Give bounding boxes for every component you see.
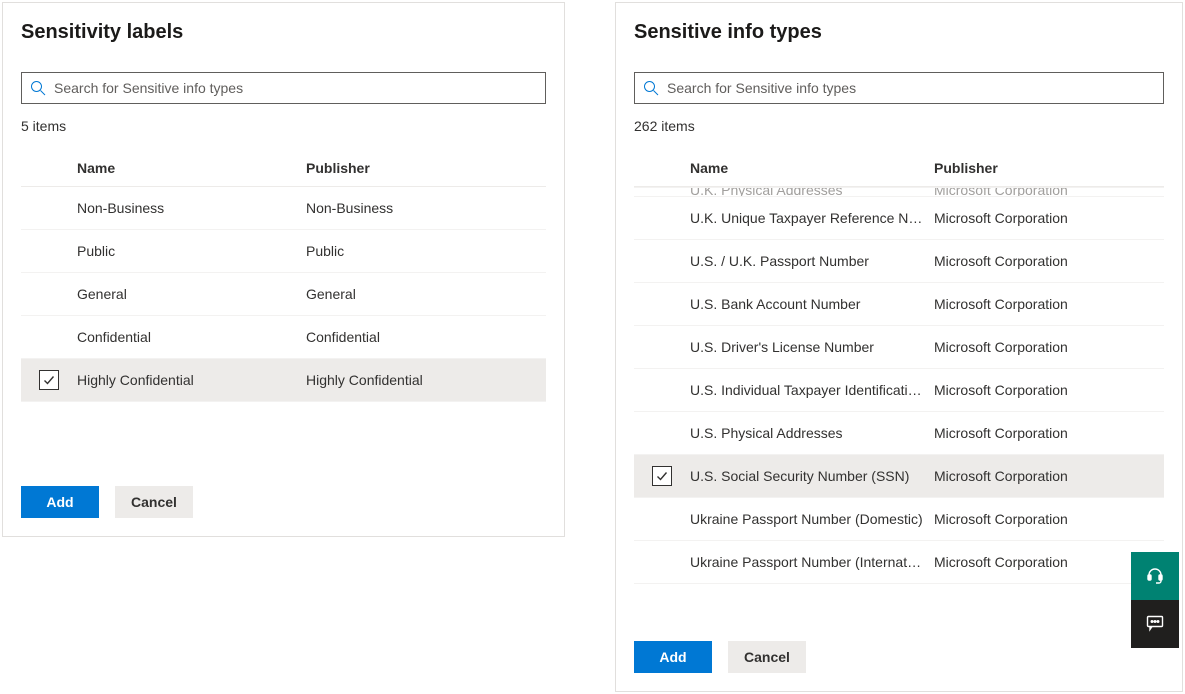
column-header-publisher[interactable]: Publisher — [934, 160, 1164, 176]
floating-actions — [1131, 552, 1179, 648]
row-name: U.S. / U.K. Passport Number — [690, 253, 934, 269]
column-header-publisher[interactable]: Publisher — [306, 160, 546, 176]
row-publisher: Microsoft Corporation — [934, 468, 1164, 484]
search-icon — [30, 80, 46, 96]
row-publisher: Public — [306, 243, 546, 259]
row-name: U.K. Physical Addresses — [690, 187, 934, 197]
search-icon — [643, 80, 659, 96]
feedback-icon — [1145, 613, 1165, 636]
row-publisher: General — [306, 286, 546, 302]
row-publisher: Highly Confidential — [306, 372, 546, 388]
row-publisher: Microsoft Corporation — [934, 554, 1164, 570]
table-row[interactable]: U.K. Physical AddressesMicrosoft Corpora… — [634, 187, 1164, 197]
table-row[interactable]: Highly ConfidentialHighly Confidential — [21, 359, 546, 402]
table-row[interactable]: GeneralGeneral — [21, 273, 546, 316]
button-bar: Add Cancel — [3, 468, 564, 536]
row-name: Public — [77, 243, 306, 259]
search-container — [616, 44, 1182, 104]
labels-table: Name Publisher Non-BusinessNon-BusinessP… — [3, 134, 564, 468]
row-name: Confidential — [77, 329, 306, 345]
table-row[interactable]: PublicPublic — [21, 230, 546, 273]
button-bar: Add Cancel — [616, 623, 1182, 691]
row-name: U.S. Driver's License Number — [690, 339, 934, 355]
row-name: Ukraine Passport Number (International) — [690, 554, 934, 570]
row-publisher: Confidential — [306, 329, 546, 345]
table-row[interactable]: U.K. Unique Taxpayer Reference NumberMic… — [634, 197, 1164, 240]
search-box[interactable] — [634, 72, 1164, 104]
table-row[interactable]: Ukraine Passport Number (International)M… — [634, 541, 1164, 584]
column-header-name[interactable]: Name — [690, 160, 934, 176]
search-input[interactable] — [667, 80, 1155, 96]
row-name: U.S. Physical Addresses — [690, 425, 934, 441]
search-box[interactable] — [21, 72, 546, 104]
sensitivity-labels-panel: Sensitivity labels 5 items Name Publishe… — [2, 2, 565, 537]
row-publisher: Microsoft Corporation — [934, 382, 1164, 398]
row-publisher: Microsoft Corporation — [934, 210, 1164, 226]
row-name: U.K. Unique Taxpayer Reference Number — [690, 210, 934, 226]
row-publisher: Microsoft Corporation — [934, 511, 1164, 527]
row-publisher: Non-Business — [306, 200, 546, 216]
row-name: Non-Business — [77, 200, 306, 216]
table-body[interactable]: U.K. Physical AddressesMicrosoft Corpora… — [634, 187, 1164, 623]
row-publisher: Microsoft Corporation — [934, 253, 1164, 269]
column-header-name[interactable]: Name — [77, 160, 306, 176]
checkbox[interactable] — [652, 466, 672, 486]
row-name: Ukraine Passport Number (Domestic) — [690, 511, 934, 527]
table-row[interactable]: U.S. Physical AddressesMicrosoft Corpora… — [634, 412, 1164, 455]
row-name: U.S. Social Security Number (SSN) — [690, 468, 934, 484]
item-count: 5 items — [3, 104, 564, 134]
row-name: U.S. Individual Taxpayer Identification … — [690, 382, 934, 398]
cancel-button[interactable]: Cancel — [115, 486, 193, 518]
table-row[interactable]: U.S. Social Security Number (SSN)Microso… — [634, 455, 1164, 498]
cancel-button[interactable]: Cancel — [728, 641, 806, 673]
table-row[interactable]: U.S. / U.K. Passport NumberMicrosoft Cor… — [634, 240, 1164, 283]
panel-title: Sensitivity labels — [3, 3, 564, 44]
headset-icon — [1145, 565, 1165, 588]
search-container — [3, 44, 564, 104]
row-publisher: Microsoft Corporation — [934, 296, 1164, 312]
row-name: General — [77, 286, 306, 302]
row-name: Highly Confidential — [77, 372, 306, 388]
add-button[interactable]: Add — [21, 486, 99, 518]
checkbox[interactable] — [39, 370, 59, 390]
panel-title: Sensitive info types — [616, 3, 1182, 44]
row-publisher: Microsoft Corporation — [934, 339, 1164, 355]
table-row[interactable]: Non-BusinessNon-Business — [21, 187, 546, 230]
row-publisher: Microsoft Corporation — [934, 187, 1164, 197]
table-body: Non-BusinessNon-BusinessPublicPublicGene… — [21, 187, 546, 468]
row-name: U.S. Bank Account Number — [690, 296, 934, 312]
table-row[interactable]: ConfidentialConfidential — [21, 316, 546, 359]
item-count: 262 items — [616, 104, 1182, 134]
table-header: Name Publisher — [634, 150, 1164, 187]
search-input[interactable] — [54, 80, 537, 96]
table-row[interactable]: U.S. Driver's License NumberMicrosoft Co… — [634, 326, 1164, 369]
row-publisher: Microsoft Corporation — [934, 425, 1164, 441]
support-button[interactable] — [1131, 552, 1179, 600]
sensitive-info-types-panel: Sensitive info types 262 items Name Publ… — [615, 2, 1183, 692]
table-row[interactable]: U.S. Bank Account NumberMicrosoft Corpor… — [634, 283, 1164, 326]
table-row[interactable]: U.S. Individual Taxpayer Identification … — [634, 369, 1164, 412]
add-button[interactable]: Add — [634, 641, 712, 673]
table-header: Name Publisher — [21, 150, 546, 187]
table-row[interactable]: Ukraine Passport Number (Domestic)Micros… — [634, 498, 1164, 541]
info-types-table: Name Publisher U.K. Physical AddressesMi… — [616, 134, 1182, 623]
feedback-button[interactable] — [1131, 600, 1179, 648]
